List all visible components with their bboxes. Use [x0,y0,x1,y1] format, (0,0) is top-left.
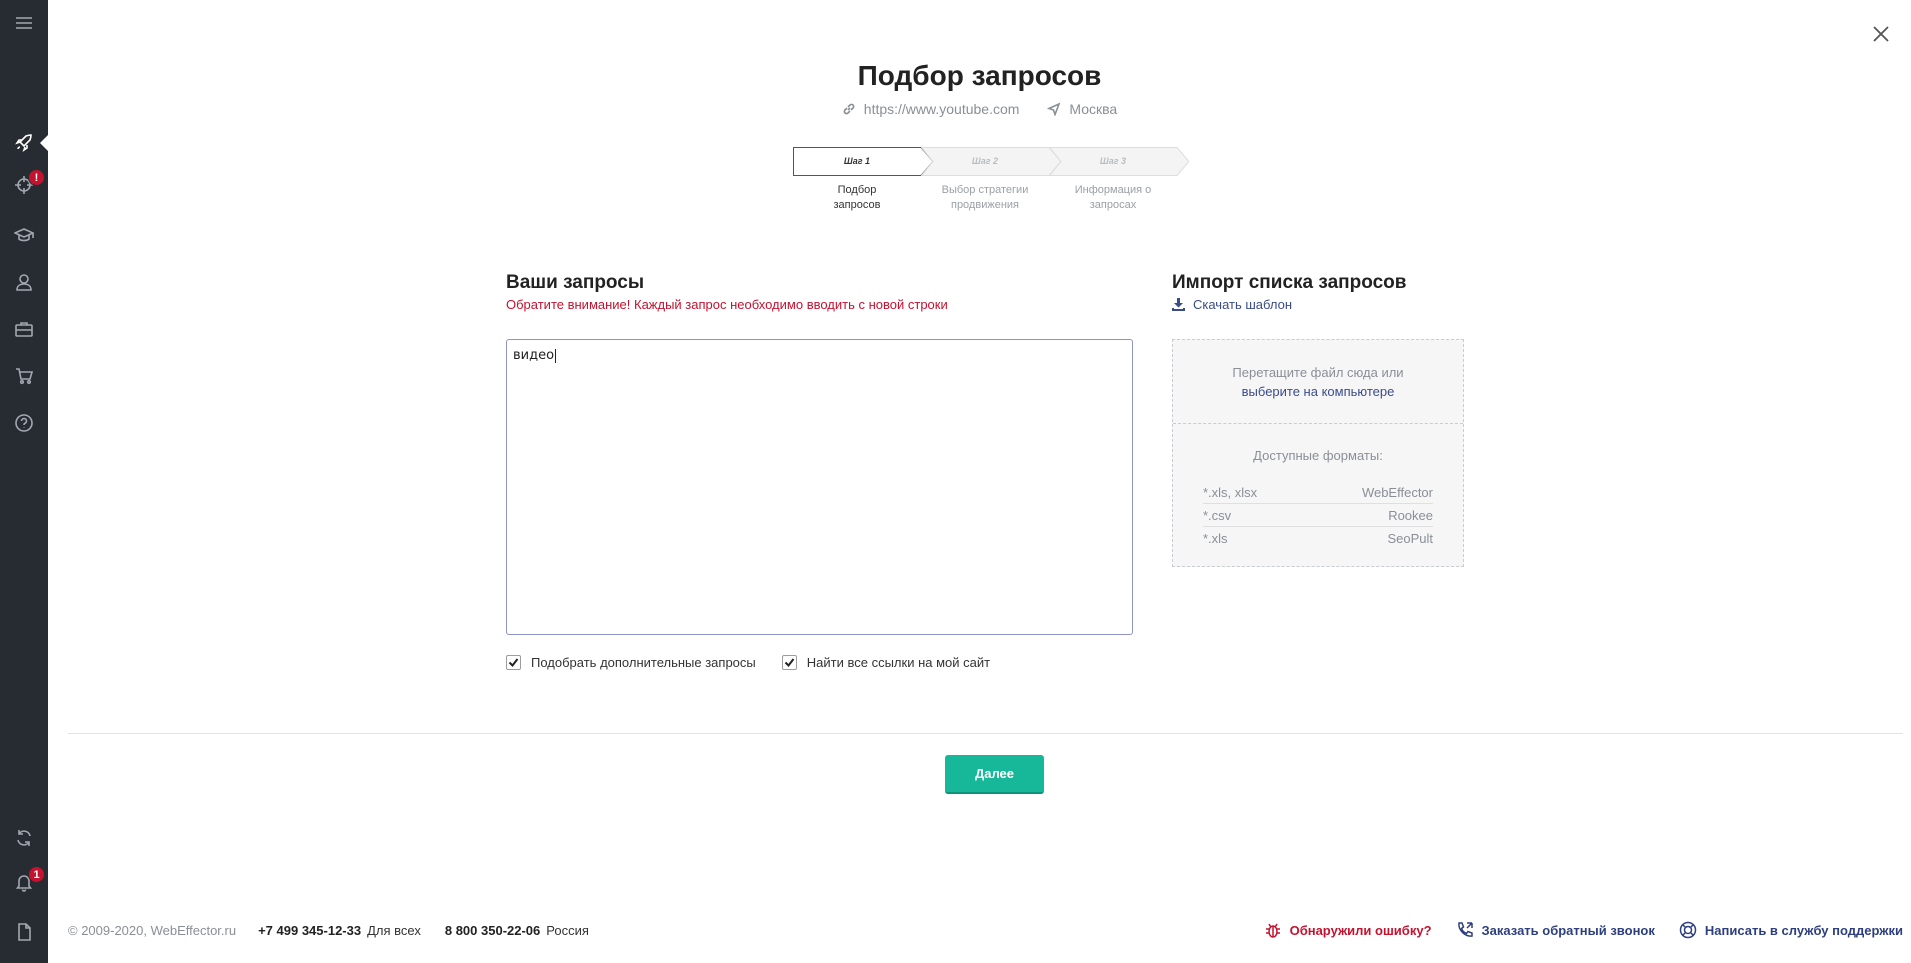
divider [68,733,1903,734]
sidebar: ! 1 [0,0,48,963]
formats-table: *.xls, xlsx WebEffector *.csv Rookee *.x… [1203,481,1433,550]
page-meta: https://www.youtube.com Москва [0,101,1911,117]
format-row: *.xls, xlsx WebEffector [1203,481,1433,504]
queries-text: видео [513,348,555,363]
graduation-cap-icon[interactable] [0,215,48,255]
document-icon[interactable] [0,912,48,952]
menu-icon[interactable] [0,3,48,43]
step-3-desc-line1: Информация о [1074,184,1152,196]
help-icon[interactable] [0,403,48,443]
callback-link[interactable]: Заказать обратный звонок [1456,921,1655,939]
find-links-checkbox[interactable] [781,655,797,670]
step-1-desc-line2: запросов [833,199,881,211]
region: Москва [1047,101,1117,117]
step-1-desc-line1: Подбор [837,184,877,196]
find-links-option[interactable]: Найти все ссылки на мой сайт [781,655,991,670]
checkmark-icon [508,658,519,668]
queries-textarea[interactable]: видео [506,339,1133,635]
support-link[interactable]: Написать в службу поддержки [1679,921,1903,939]
page-title: Подбор запросов [857,60,1102,91]
step-2-description: Выбор стратегии продвижения [921,183,1049,213]
options-row: Подобрать дополнительные запросы Найти в… [506,655,990,670]
phone-icon [1457,922,1473,937]
notifications-badge: 1 [28,866,45,883]
text-caret [555,348,557,363]
link-icon [843,103,855,115]
step-3-label: Шаг 3 [1099,156,1127,166]
site-url-text: https://www.youtube.com [863,101,1020,117]
phone-russia[interactable]: 8 800 350-22-06 [445,923,540,938]
format-source: Rookee [1388,508,1433,523]
target-icon[interactable]: ! [0,165,48,205]
step-1: Шаг 1 [793,147,933,176]
region-text: Москва [1069,101,1118,117]
step-3-description: Информация о запросах [1049,183,1177,213]
user-icon[interactable] [0,262,48,302]
format-source: WebEffector [1361,485,1433,500]
support-text: Написать в службу поддержки [1704,922,1903,938]
step-3-desc-line2: запросах [1089,199,1137,211]
format-row: *.csv Rookee [1203,504,1433,527]
close-icon[interactable] [1869,22,1893,46]
format-ext: *.xls [1203,531,1228,546]
phone-moscow[interactable]: +7 499 345-12-33 [258,923,361,938]
step-2-desc-line2: продвижения [950,199,1019,211]
report-bug-link[interactable]: Обнаружили ошибку? [1264,921,1432,939]
copyright: © 2009-2020, WebEffector.ru [68,922,237,938]
step-1-description: Подбор запросов [793,183,921,213]
phone-russia-note: Россия [546,922,589,938]
format-ext: *.csv [1203,508,1232,523]
download-icon [1172,298,1185,311]
download-template-link[interactable]: Скачать шаблон [1172,297,1292,312]
location-arrow-icon [1047,102,1061,116]
queries-title: Ваши запросы [506,272,645,293]
formats-title: Доступные форматы: [1253,448,1383,463]
download-template-text: Скачать шаблон [1193,297,1293,312]
find-links-label: Найти все ссылки на мой сайт [806,655,991,670]
extra-queries-label: Подобрать дополнительные запросы [531,655,756,670]
dropzone-prompt: Перетащите файл сюда или выберите на ком… [1173,340,1463,424]
step-indicator: Шаг 1 Шаг 2 Шаг 3 [793,147,1189,176]
checkmark-icon [784,658,795,668]
import-title: Импорт списка запросов [1172,272,1407,293]
targets-alert-badge: ! [28,169,45,186]
rocket-icon[interactable] [0,123,48,163]
step-2-desc-line1: Выбор стратегии [941,184,1029,196]
queries-warning: Обратите внимание! Каждый запрос необход… [506,297,948,312]
choose-file-link[interactable]: выберите на компьютере [1242,382,1395,401]
site-url: https://www.youtube.com [842,101,1020,117]
callback-text: Заказать обратный звонок [1481,922,1655,938]
format-row: *.xls SeoPult [1203,527,1433,550]
file-dropzone[interactable]: Перетащите файл сюда или выберите на ком… [1172,339,1464,567]
phone-moscow-note: Для всех [367,922,421,938]
footer-links: Обнаружили ошибку? Заказать обратный зво… [1264,921,1903,939]
bug-icon [1265,923,1280,938]
format-ext: *.xls, xlsx [1203,485,1258,500]
step-3: Шаг 3 [1049,147,1189,176]
report-bug-text: Обнаружили ошибку? [1289,922,1432,938]
cart-icon[interactable] [0,356,48,396]
briefcase-icon[interactable] [0,309,48,349]
footer: © 2009-2020, WebEffector.ru +7 499 345-1… [68,920,1903,940]
dropzone-text: Перетащите файл сюда или [1232,364,1404,380]
refresh-icon[interactable] [0,818,48,858]
extra-queries-checkbox[interactable] [506,655,521,670]
format-source: SeoPult [1387,531,1433,546]
step-1-label: Шаг 1 [843,156,871,166]
bell-icon[interactable]: 1 [0,862,48,902]
step-2: Шаг 2 [921,147,1061,176]
lifebuoy-icon [1679,921,1697,939]
extra-queries-option[interactable]: Подобрать дополнительные запросы [506,655,756,670]
step-2-label: Шаг 2 [971,156,999,166]
next-button[interactable]: Далее [945,755,1044,794]
